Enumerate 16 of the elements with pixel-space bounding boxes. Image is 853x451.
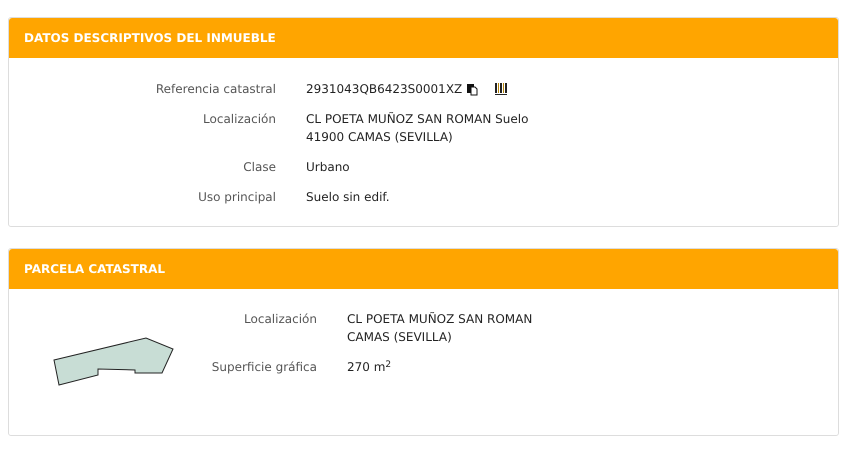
field-value: 270 m$^{2}$ [347,358,392,376]
barcode-icon[interactable] [495,82,508,96]
field-value: Urbano [306,159,350,176]
field-value: 2931043QB6423S0001XZ [306,81,462,98]
field-value: CL POETA MUÑOZ SAN ROMAN Suelo 41900 CAMAS (SEVILLA) [306,111,528,146]
field-label: Clase [242,159,277,176]
field-label: Superficie gráfica [210,359,318,376]
field-label: Localización [243,311,318,328]
field-value: Suelo sin edif. [306,189,390,206]
panel-title: PARCELA CATASTRAL [24,261,166,278]
field-label: Localización [202,111,277,128]
field-value: CL POETA MUÑOZ SAN ROMAN CAMAS (SEVILLA) [347,311,532,346]
panel-title: DATOS DESCRIPTIVOS DEL INMUEBLE [24,30,276,47]
field-label: Uso principal [197,189,277,206]
copy-icon[interactable] [466,82,478,96]
field-label: Referencia catastral [154,81,277,98]
